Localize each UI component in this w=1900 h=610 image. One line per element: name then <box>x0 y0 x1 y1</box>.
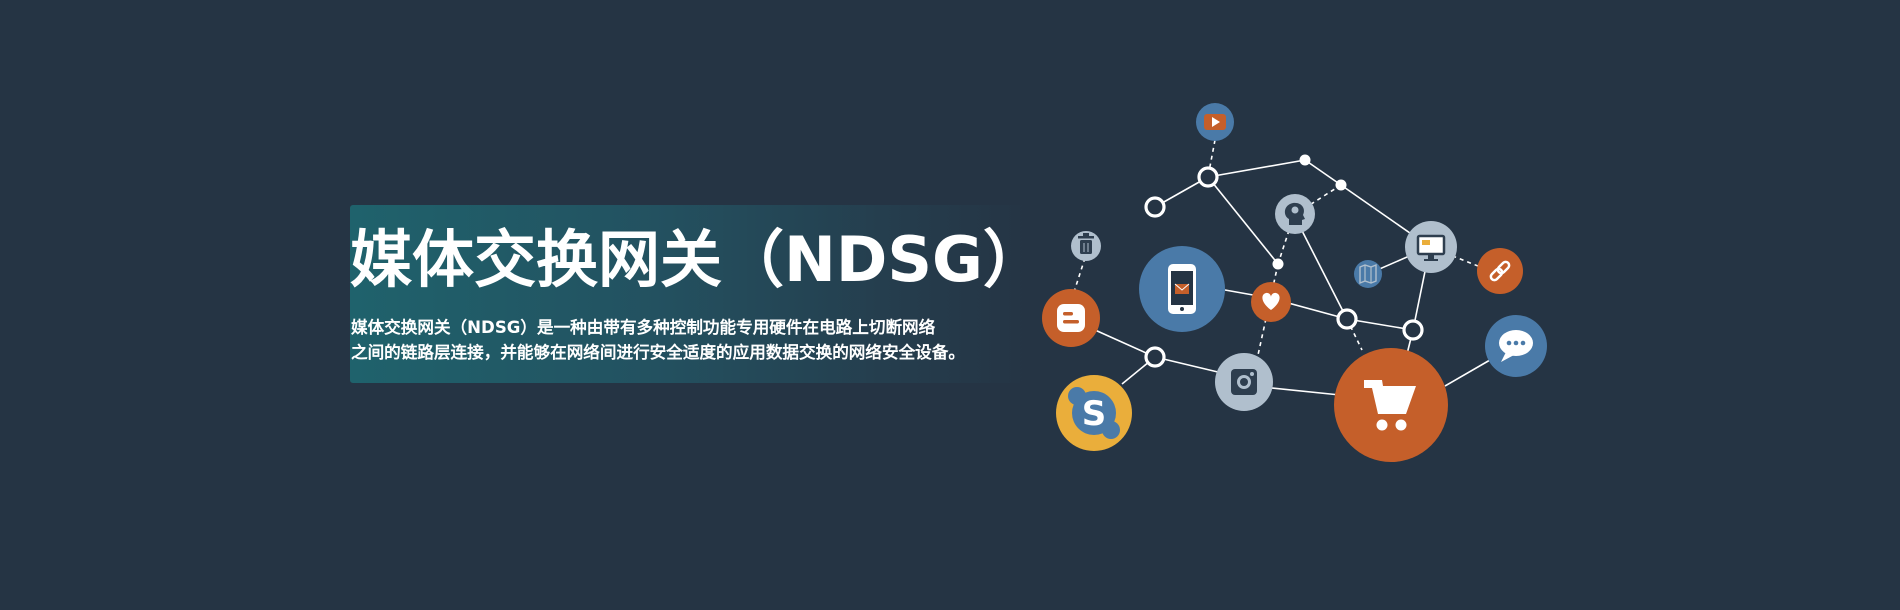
shopping-cart-icon <box>1334 348 1448 462</box>
svg-text:S: S <box>1082 394 1107 434</box>
network-node <box>1402 319 1424 341</box>
skype-icon: S <box>1056 375 1132 451</box>
map-icon <box>1354 260 1382 288</box>
page-title: 媒体交换网关（NDSG） <box>350 223 1045 296</box>
heart-icon <box>1251 282 1291 322</box>
network-dot <box>1335 179 1347 191</box>
trash-icon <box>1071 231 1101 261</box>
network-dot <box>1272 258 1284 270</box>
network-node <box>1336 308 1358 330</box>
network-node <box>1144 346 1166 368</box>
hero-description-line-2: 之间的链路层连接，并能够在网络间进行安全适度的应用数据交换的网络安全设备。 <box>351 343 965 362</box>
youtube-icon <box>1196 103 1234 141</box>
network-graphic: S <box>1042 103 1547 462</box>
smartphone-mail-icon <box>1139 246 1225 332</box>
chat-bubble-icon <box>1485 315 1547 377</box>
blogger-icon <box>1042 289 1100 347</box>
hero-description: 媒体交换网关（NDSG）是一种由带有多种控制功能专用硬件在电路上切断网络 之间的… <box>351 315 1031 365</box>
brain-head-icon <box>1275 194 1315 234</box>
network-dot <box>1299 154 1311 166</box>
monitor-icon <box>1405 221 1457 273</box>
link-icon <box>1477 248 1523 294</box>
instagram-icon <box>1215 353 1273 411</box>
hero-description-line-1: 媒体交换网关（NDSG）是一种由带有多种控制功能专用硬件在电路上切断网络 <box>351 318 936 337</box>
network-node <box>1197 166 1219 188</box>
network-node <box>1144 196 1166 218</box>
